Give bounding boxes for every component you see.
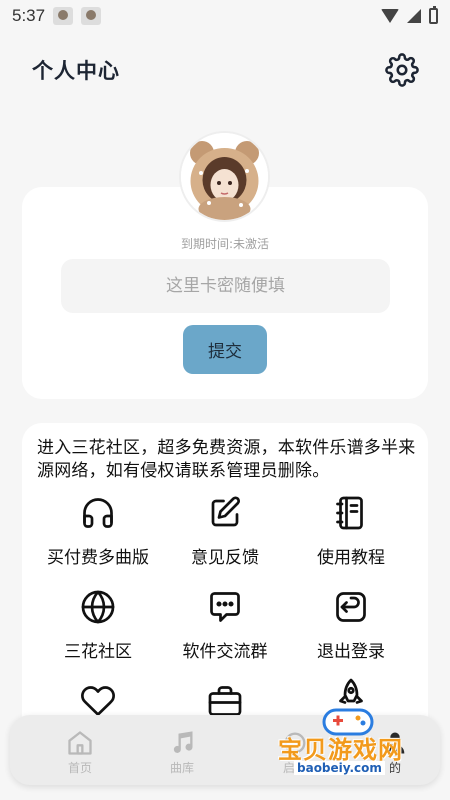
menu-label: 意见反馈 [191, 548, 259, 568]
tab-label: 曲库 [169, 761, 194, 775]
wifi-icon [381, 9, 399, 23]
status-time: 5:37 [12, 6, 46, 25]
status-bar: 5:37 [0, 0, 450, 32]
logout-icon [336, 592, 366, 622]
menu-item-group[interactable]: 软件交流群 [165, 589, 285, 662]
notice-text: 进入三花社区，超多免费资源，本软件乐谱多半来源网络，如有侵权请联系管理员删除。 [37, 438, 416, 481]
menu-item-logout[interactable]: 退出登录 [291, 589, 411, 662]
watermark-logo: 宝贝游戏网 baobeiy.com [270, 682, 430, 782]
notification-icon [53, 7, 74, 25]
menu-label: 软件交流群 [182, 642, 268, 662]
menu-item-tutorial[interactable]: 使用教程 [291, 495, 411, 568]
menu-item-feedback[interactable]: 意见反馈 [165, 495, 285, 568]
status-icons [381, 6, 438, 24]
briefcase-icon [208, 686, 242, 716]
expire-status: 到期时间:未激活 [180, 237, 270, 251]
menu-item-buy[interactable]: 买付费多曲版 [38, 495, 158, 568]
submit-button[interactable]: 提交 [183, 325, 267, 374]
page-title: 个人中心 [32, 59, 120, 83]
avatar-girl-icon [181, 133, 268, 220]
music-icon [173, 731, 193, 753]
signal-icon [407, 9, 421, 23]
menu-label: 买付费多曲版 [47, 548, 149, 568]
avatar[interactable] [179, 131, 270, 222]
menu-item-community[interactable]: 三花社区 [38, 589, 158, 662]
home-icon [68, 731, 92, 755]
watermark-text: 宝贝游戏网 [278, 736, 403, 764]
settings-button[interactable] [384, 52, 420, 88]
watermark-url: baobeiy.com [294, 761, 385, 775]
menu-label: 三花社区 [64, 642, 132, 662]
edit-icon [211, 496, 241, 527]
gear-icon [385, 53, 419, 87]
battery-icon [429, 6, 438, 24]
menu-label: 使用教程 [317, 548, 385, 568]
menu-label: 退出登录 [317, 642, 385, 662]
tab-home[interactable]: 首页 [35, 729, 125, 776]
card-code-input[interactable] [61, 259, 390, 313]
heart-icon [81, 686, 115, 716]
tab-label: 首页 [67, 761, 92, 775]
tab-library[interactable]: 曲库 [137, 729, 227, 776]
headphones-icon [83, 498, 113, 528]
notification-icon [81, 7, 102, 25]
header: 个人中心 [0, 44, 450, 96]
notebook-icon [336, 496, 363, 530]
globe-icon [81, 590, 115, 624]
chat-icon [210, 592, 240, 622]
